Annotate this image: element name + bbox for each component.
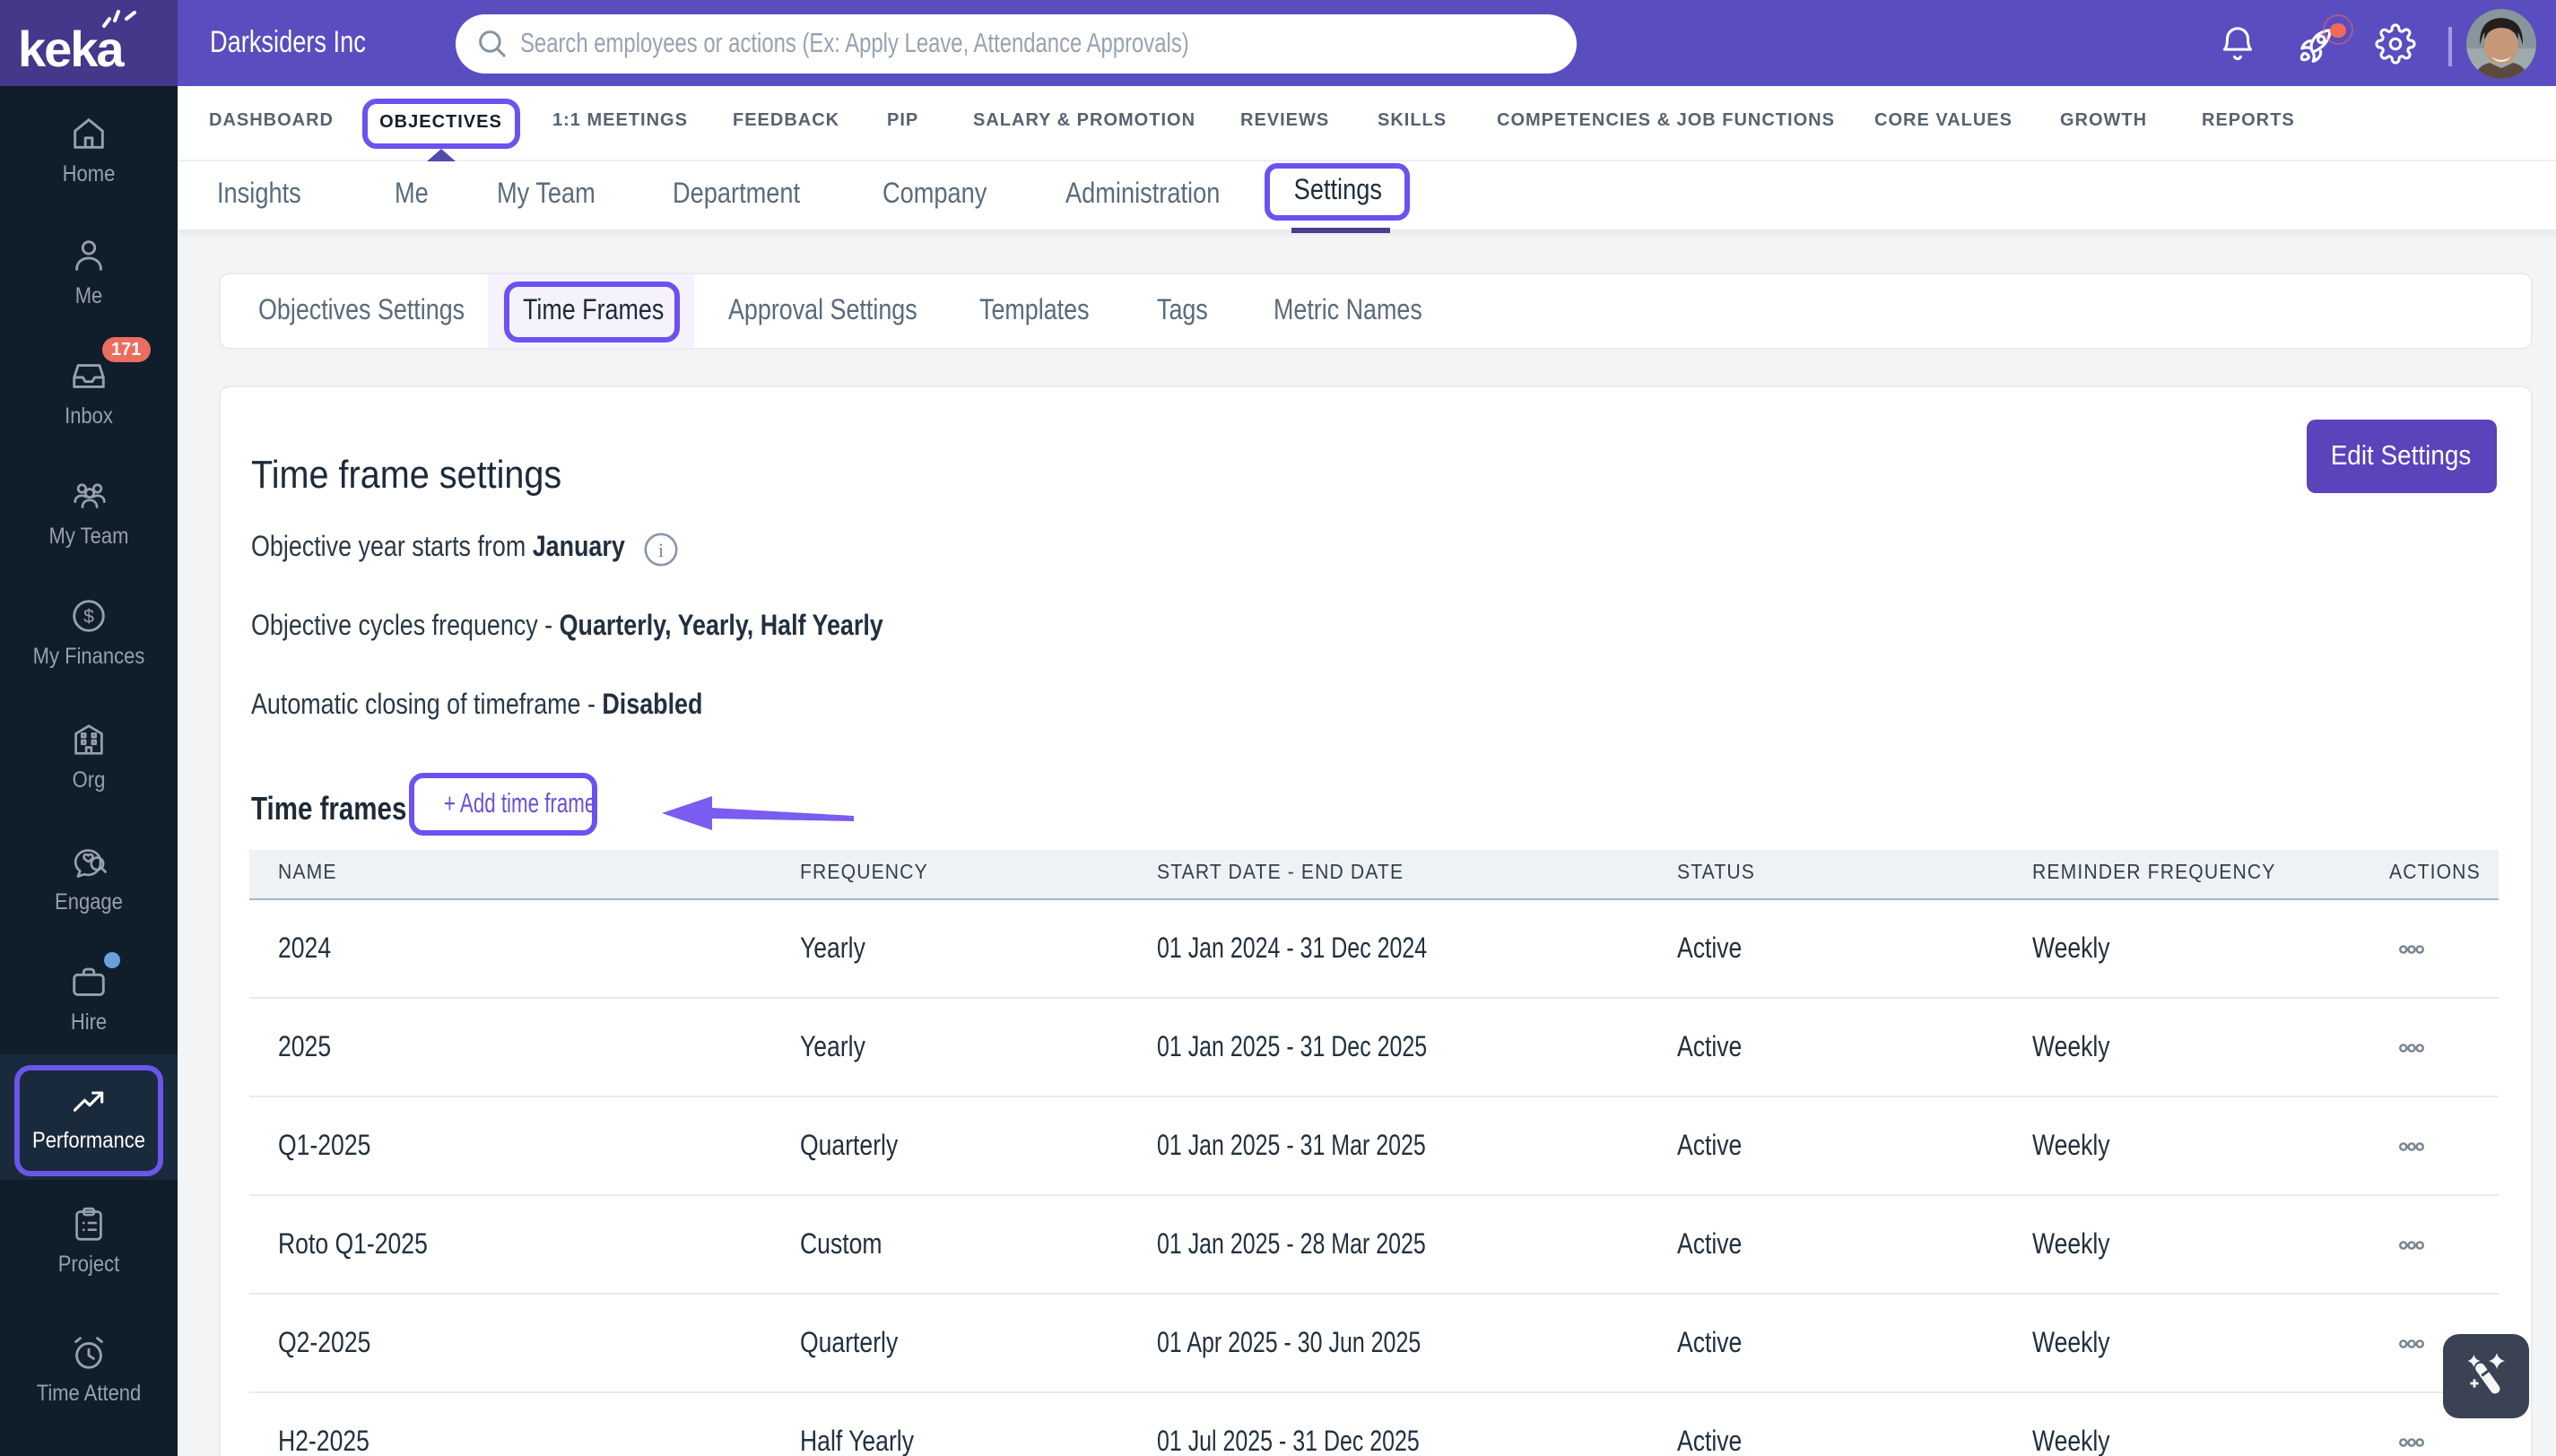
svg-text:$: $ bbox=[83, 607, 94, 628]
svg-text:i: i bbox=[658, 539, 664, 561]
